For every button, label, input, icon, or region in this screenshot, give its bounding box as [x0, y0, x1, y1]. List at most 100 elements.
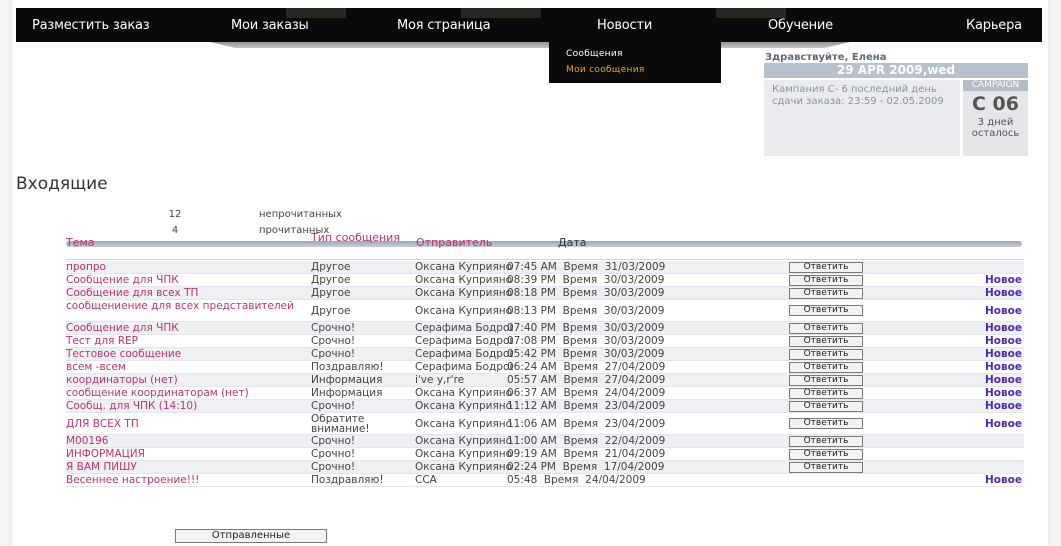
reply-button[interactable]: Ответить: [789, 262, 863, 273]
message-topic-link[interactable]: ДЛЯ ВСЕХ ТП: [66, 413, 326, 435]
message-type: Срочно!: [311, 322, 356, 334]
reply-button[interactable]: Ответить: [789, 462, 863, 473]
message-date: 06:24 AM Время 27/04/2009: [507, 361, 666, 373]
message-sender: Оксана Куприянова: [415, 400, 513, 412]
table-row: сообщениение для всех представителей Друг…: [66, 300, 1024, 322]
message-sender: Серафима Бодрова: [415, 322, 513, 334]
reply-button[interactable]: Ответить: [789, 336, 863, 347]
nav-item-career[interactable]: Карьера: [966, 18, 1022, 33]
unread-label: непрочитанных: [259, 209, 342, 220]
table-row: Тест для REP Срочно! Серафима Бодрова 07:08…: [66, 335, 1024, 348]
message-sender: Оксана Куприянова: [415, 287, 513, 299]
table-row: ИНФОРМАЦИЯСрочно! Оксана Куприянова09:19 …: [66, 448, 1024, 461]
campaign-badge: CAMPAIGN С 06 3 дней осталось: [963, 80, 1028, 156]
message-sender: Оксана Куприянова: [415, 435, 513, 447]
dropdown-item-my-messages[interactable]: Мои сообщения: [566, 62, 721, 78]
message-type: Информация: [311, 374, 383, 386]
message-sender: Оксана Куприянова: [415, 448, 513, 460]
message-topic-link[interactable]: координаторы (нет): [66, 374, 326, 387]
header-type[interactable]: Тип сообщения: [311, 232, 406, 244]
new-badge: Новое: [985, 348, 1022, 360]
message-type: Другое: [311, 287, 351, 299]
nav-item-my-page[interactable]: Моя страница: [397, 18, 491, 33]
message-type: Обратите внимание!: [311, 414, 370, 434]
message-topic-link[interactable]: всем -всем: [66, 361, 326, 374]
table-row: пропроДругое Оксана Куприянова07:45 AM Вр…: [66, 261, 1024, 274]
message-topic-link[interactable]: сообщениение для всех представителей: [66, 301, 326, 311]
message-type: Срочно!: [311, 348, 356, 360]
new-badge: Новое: [985, 387, 1022, 399]
header-topic[interactable]: Тема: [66, 237, 95, 249]
message-sender: Оксана Куприянова: [415, 305, 513, 317]
message-topic-link[interactable]: Тестовое сообщение: [66, 348, 326, 361]
header-date[interactable]: Дата: [558, 237, 586, 249]
header-separator: [66, 259, 1024, 260]
message-topic-link[interactable]: Сообщение для ЧПК: [66, 322, 326, 335]
message-topic-link[interactable]: Тест для REP: [66, 335, 326, 348]
reply-button[interactable]: Ответить: [789, 436, 863, 447]
message-topic-link[interactable]: Я ВАМ ПИШУ: [66, 461, 326, 474]
table-row: Весеннее настроение!!! Поздравляю! CCA 05:4…: [66, 474, 1024, 487]
message-topic-link[interactable]: Весеннее настроение!!!: [66, 474, 326, 487]
message-date: 05:48 Время 24/04/2009: [507, 474, 646, 486]
section-divider: [66, 241, 1022, 247]
message-topic-link[interactable]: Сообщение для всех ТП: [66, 287, 326, 300]
table-row: ДЛЯ ВСЕХ ТП Обратите внимание! Оксана Купр…: [66, 413, 1024, 435]
reply-button[interactable]: Ответить: [789, 388, 863, 399]
message-date: 08:18 PM Время 30/03/2009: [507, 287, 665, 299]
message-topic-link[interactable]: сообщение координаторам (нет): [66, 387, 326, 400]
campaign-code: С 06: [972, 93, 1019, 115]
sent-messages-button[interactable]: Отправленные: [175, 529, 327, 543]
message-type: Срочно!: [311, 435, 356, 447]
reply-button[interactable]: Ответить: [789, 275, 863, 286]
greeting-text: Здравствуйте, Елена: [765, 52, 887, 63]
reply-button[interactable]: Ответить: [789, 449, 863, 460]
nav-item-training[interactable]: Обучение: [768, 18, 833, 33]
messages-table-body: пропроДругоеОксана Куприянова07:45 AM Вр…: [66, 261, 1024, 487]
message-type: Срочно!: [311, 400, 356, 412]
new-badge: Новое: [985, 274, 1022, 286]
message-sender: Оксана Куприянова: [415, 461, 513, 473]
message-topic-link[interactable]: Сообщ. для ЧПК (14:10): [66, 400, 326, 413]
unread-count: 12: [168, 209, 182, 220]
reply-button[interactable]: Ответить: [789, 375, 863, 386]
nav-item-my-orders[interactable]: Мои заказы: [231, 18, 309, 33]
reply-button[interactable]: Ответить: [789, 349, 863, 360]
nav-decoration: [716, 8, 786, 18]
table-row: сообщение координаторам (нет) Информация О…: [66, 387, 1024, 400]
table-row: М00196Срочно! Оксана Куприянова11:00 AM В…: [66, 435, 1024, 448]
nav-decoration: [461, 8, 541, 18]
read-count: 4: [171, 225, 179, 236]
message-date: 02:24 PM Время 17/04/2009: [507, 461, 665, 473]
nav-item-place-order[interactable]: Разместить заказ: [32, 18, 150, 33]
reply-button[interactable]: Ответить: [789, 418, 863, 429]
page-title: Входящие: [16, 174, 108, 194]
message-type: Поздравляю!: [311, 474, 384, 486]
message-type: Срочно!: [311, 335, 356, 347]
dropdown-item-messages[interactable]: Сообщения: [566, 46, 721, 62]
reply-button[interactable]: Ответить: [789, 362, 863, 373]
campaign-days-left: 3 дней осталось: [971, 117, 1020, 139]
message-date: 11:00 AM Время 22/04/2009: [507, 435, 666, 447]
message-topic-link[interactable]: пропро: [66, 261, 326, 274]
table-row: Сообщение для всех ТП Другое Оксана Куприя…: [66, 287, 1024, 300]
reply-button[interactable]: Ответить: [789, 323, 863, 334]
header-sender[interactable]: Отправитель: [416, 237, 492, 249]
reply-button[interactable]: Ответить: [789, 288, 863, 299]
message-topic-link[interactable]: Сообщение для ЧПК: [66, 274, 326, 287]
message-topic-link[interactable]: М00196: [66, 435, 326, 448]
nav-item-news[interactable]: Новости: [597, 18, 652, 33]
new-badge: Новое: [985, 322, 1022, 334]
top-nav: Разместить заказ Мои заказы Моя страница…: [16, 8, 1042, 42]
nav-subbar: [210, 42, 850, 48]
reply-button[interactable]: Ответить: [789, 305, 863, 316]
reply-button[interactable]: Ответить: [789, 401, 863, 412]
current-date-bar: 29 APR 2009,wed: [764, 63, 1028, 78]
campaign-label: CAMPAIGN: [963, 80, 1028, 91]
message-sender: i've y,r're: [415, 374, 465, 386]
message-date: 07:08 PM Время 30/03/2009: [507, 335, 665, 347]
message-topic-link[interactable]: ИНФОРМАЦИЯ: [66, 448, 326, 461]
message-type: Поздравляю!: [311, 361, 384, 373]
message-sender: Оксана Куприянова: [415, 261, 513, 273]
message-date: 11:12 AM Время 23/04/2009: [507, 400, 666, 412]
